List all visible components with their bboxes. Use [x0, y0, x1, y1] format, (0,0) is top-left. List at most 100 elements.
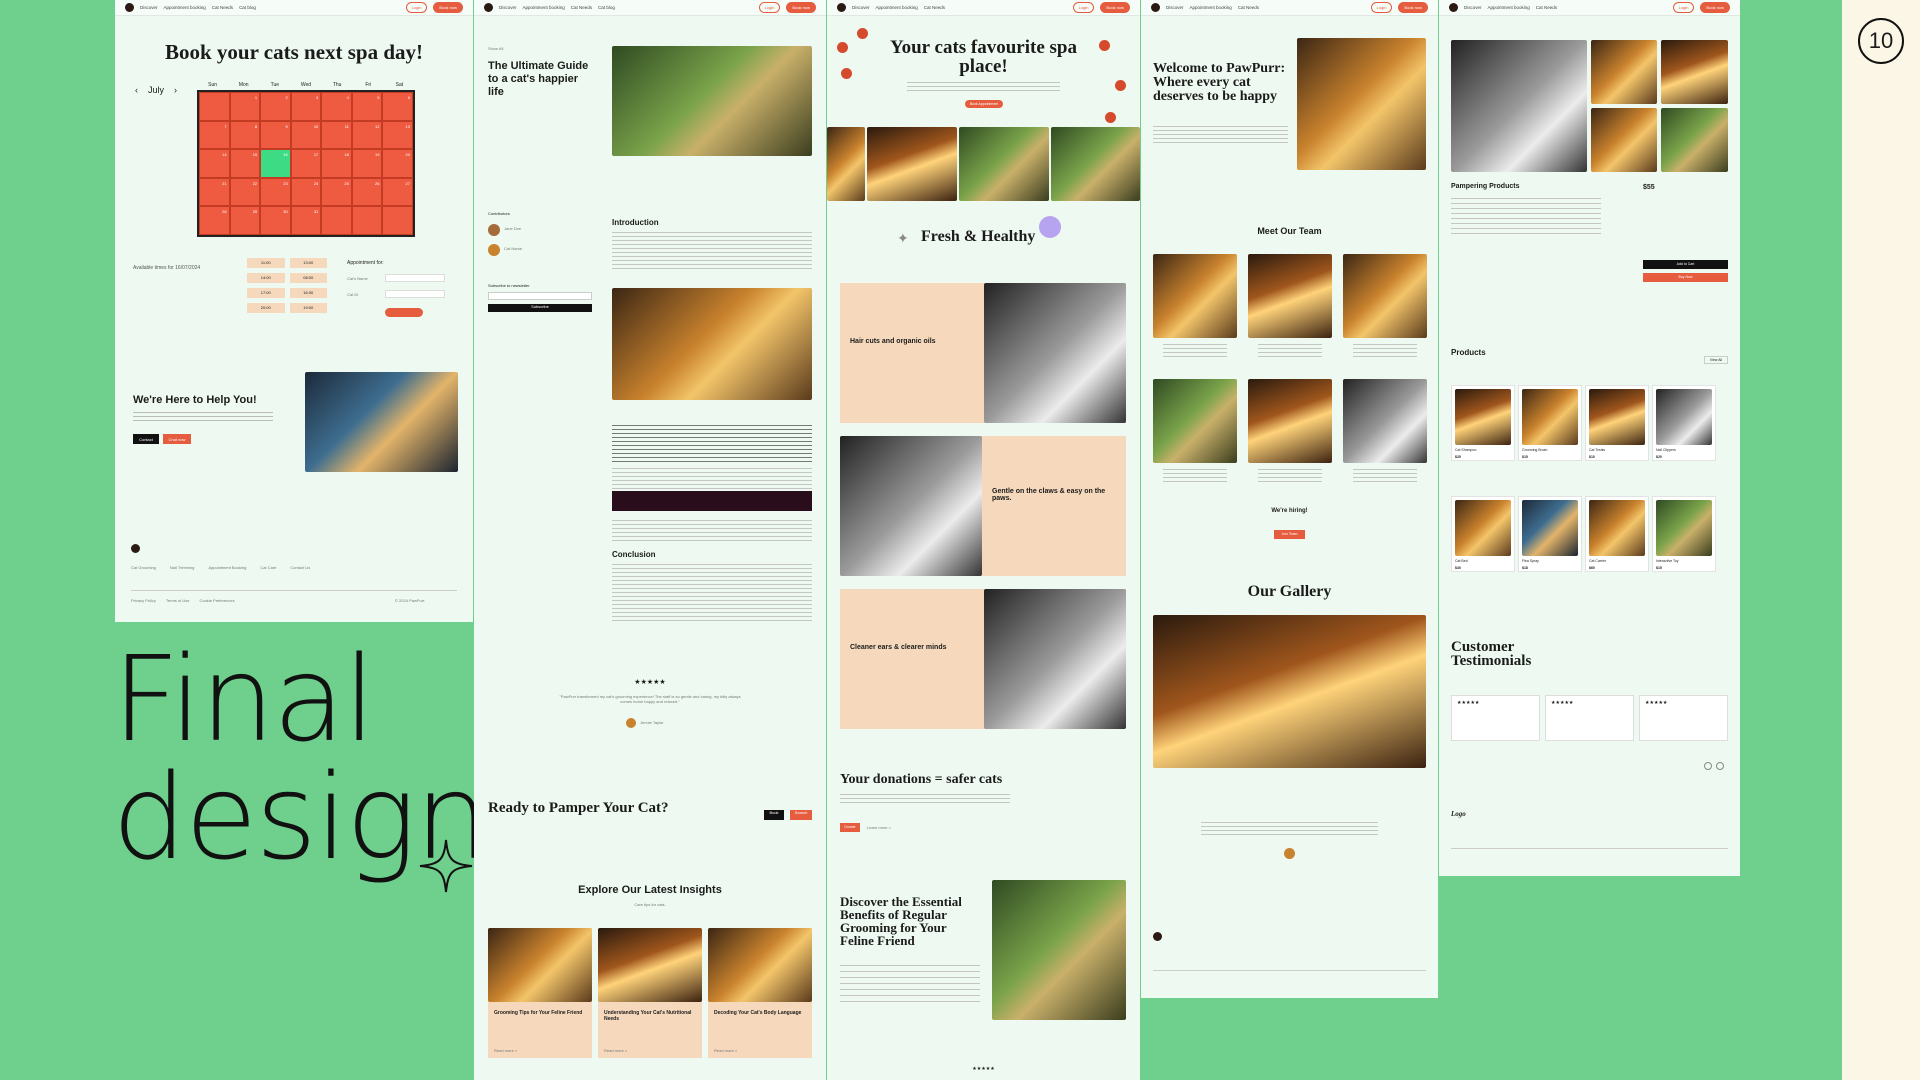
- footer-link[interactable]: Cat Grooming: [131, 565, 156, 570]
- time-slot-button[interactable]: 17:00: [247, 288, 285, 298]
- calendar-day[interactable]: 21: [199, 177, 230, 207]
- confirm-appointment-button[interactable]: [385, 308, 423, 317]
- calendar-day[interactable]: 31: [290, 206, 322, 235]
- nav-link[interactable]: Discover: [852, 5, 870, 10]
- view-all-button[interactable]: View All: [1704, 356, 1728, 364]
- calendar-day[interactable]: 25: [321, 177, 352, 207]
- insight-card[interactable]: Decoding Your Cat's Body Language Read mo…: [708, 928, 812, 1058]
- nav-link[interactable]: Cat Needs: [571, 5, 592, 10]
- calendar-day[interactable]: 2: [260, 92, 291, 121]
- login-button[interactable]: Login: [758, 2, 781, 13]
- time-slot-button[interactable]: 13:00: [289, 258, 327, 268]
- calendar-day[interactable]: 27: [382, 177, 413, 207]
- chevron-left-icon[interactable]: [1704, 762, 1712, 770]
- insight-card[interactable]: Understanding Your Cat's Nutritional Nee…: [598, 928, 702, 1058]
- back-link[interactable]: Show All: [488, 46, 503, 51]
- legal-link[interactable]: Cookie Preferences: [199, 598, 234, 603]
- calendar-day[interactable]: 7: [199, 120, 230, 150]
- nav-link[interactable]: Discover: [499, 5, 517, 10]
- book-now-button[interactable]: Book now: [1700, 2, 1730, 13]
- buy-now-button[interactable]: Buy Now: [1643, 273, 1728, 282]
- product-card[interactable]: Grooming Brush $15: [1518, 385, 1582, 461]
- time-slot-button[interactable]: 08:00: [289, 273, 327, 283]
- book-now-button[interactable]: Book now: [433, 2, 463, 13]
- cat-name-input[interactable]: [385, 274, 445, 282]
- calendar-day[interactable]: 26: [351, 177, 383, 207]
- product-card[interactable]: Cat Treats $10: [1585, 385, 1649, 461]
- nav-link[interactable]: Cat Needs: [1536, 5, 1557, 10]
- calendar-day[interactable]: 6: [382, 92, 413, 121]
- calendar-day[interactable]: 20: [382, 149, 413, 178]
- calendar-day[interactable]: 5: [351, 92, 383, 121]
- nav-link[interactable]: Appointment booking: [523, 5, 565, 10]
- login-button[interactable]: Login: [1370, 2, 1393, 13]
- nav-link[interactable]: Appointment booking: [876, 5, 918, 10]
- time-slot-button[interactable]: 14:00: [247, 273, 285, 283]
- login-button[interactable]: Login: [1072, 2, 1095, 13]
- calendar-day[interactable]: 14: [199, 149, 230, 178]
- product-card[interactable]: Nail Clippers $20: [1652, 385, 1716, 461]
- product-card[interactable]: Interactive Toy $15: [1652, 496, 1716, 572]
- calendar-day[interactable]: 1: [229, 92, 261, 121]
- book-button[interactable]: Book: [764, 810, 784, 820]
- calendar-day[interactable]: [382, 206, 413, 235]
- calendar-day[interactable]: 11: [321, 120, 352, 150]
- book-now-button[interactable]: Book now: [1398, 2, 1428, 13]
- calendar-day[interactable]: 23: [260, 177, 291, 207]
- product-card[interactable]: Flea Spray $18: [1518, 496, 1582, 572]
- footer-link[interactable]: Appointment Booking: [208, 565, 246, 570]
- login-button[interactable]: Login: [405, 2, 428, 13]
- product-card[interactable]: Cat Shampoo $25: [1451, 385, 1515, 461]
- nav-link[interactable]: Discover: [1464, 5, 1482, 10]
- footer-link[interactable]: Cat Care: [260, 565, 276, 570]
- donate-button[interactable]: Donate: [840, 823, 860, 832]
- product-thumb[interactable]: [1661, 40, 1728, 104]
- carousel-dots[interactable]: ★★★★★: [827, 1066, 1140, 1072]
- cat-id-input[interactable]: [385, 290, 445, 298]
- calendar-day[interactable]: [351, 206, 383, 235]
- calendar-day[interactable]: 8: [229, 120, 261, 150]
- chevron-right-icon[interactable]: [1716, 762, 1724, 770]
- chevron-right-icon[interactable]: ›: [174, 85, 177, 95]
- time-slot-button[interactable]: 19:00: [289, 303, 327, 313]
- join-team-button[interactable]: Join Team: [1274, 530, 1305, 539]
- calendar-day[interactable]: 10: [290, 120, 322, 150]
- nav-link[interactable]: Appointment booking: [1190, 5, 1232, 10]
- product-thumb[interactable]: [1661, 108, 1728, 172]
- nav-link[interactable]: Appointment booking: [1488, 5, 1530, 10]
- insight-card[interactable]: Grooming Tips for Your Feline Friend Read…: [488, 928, 592, 1058]
- time-slot-button[interactable]: 11:00: [247, 258, 285, 268]
- product-card[interactable]: Cat Carrier $60: [1585, 496, 1649, 572]
- product-thumb[interactable]: [1591, 108, 1657, 172]
- footer-link[interactable]: Nail Trimming: [170, 565, 194, 570]
- calendar-day[interactable]: 3: [290, 92, 322, 121]
- subscribe-button[interactable]: Subscribe: [488, 304, 592, 312]
- product-card[interactable]: Cat Bed $40: [1451, 496, 1515, 572]
- learn-more-link[interactable]: Learn more >: [867, 825, 891, 830]
- calendar-day[interactable]: 24: [290, 177, 322, 207]
- footer-link[interactable]: Contact Us: [290, 565, 310, 570]
- calendar-day[interactable]: 29: [229, 206, 261, 235]
- book-now-button[interactable]: Book now: [1100, 2, 1130, 13]
- calendar-day[interactable]: 15: [229, 149, 261, 178]
- search-button[interactable]: Search: [790, 810, 812, 820]
- calendar-day[interactable]: 9: [260, 120, 291, 150]
- calendar-day[interactable]: 13: [382, 120, 413, 150]
- add-to-cart-button[interactable]: Add to Cart: [1643, 260, 1728, 269]
- calendar-day[interactable]: 30: [260, 206, 291, 235]
- product-thumb[interactable]: [1591, 40, 1657, 104]
- nav-link[interactable]: Cat blog: [598, 5, 615, 10]
- calendar-day[interactable]: 19: [351, 149, 383, 178]
- book-appointment-button[interactable]: Book Appointment: [965, 100, 1003, 108]
- legal-link[interactable]: Privacy Policy: [131, 598, 156, 603]
- calendar-day[interactable]: 12: [351, 120, 383, 150]
- nav-link[interactable]: Discover: [1166, 5, 1184, 10]
- time-slot-button[interactable]: 20:00: [247, 303, 285, 313]
- nav-link[interactable]: Cat Needs: [924, 5, 945, 10]
- calendar-day[interactable]: 17: [290, 149, 322, 178]
- chevron-left-icon[interactable]: ‹: [135, 85, 138, 95]
- nav-link[interactable]: Cat Needs: [1238, 5, 1259, 10]
- calendar-day[interactable]: 28: [199, 206, 230, 235]
- nav-link[interactable]: Cat Needs: [212, 5, 233, 10]
- chat-now-button[interactable]: Chat now: [163, 434, 191, 444]
